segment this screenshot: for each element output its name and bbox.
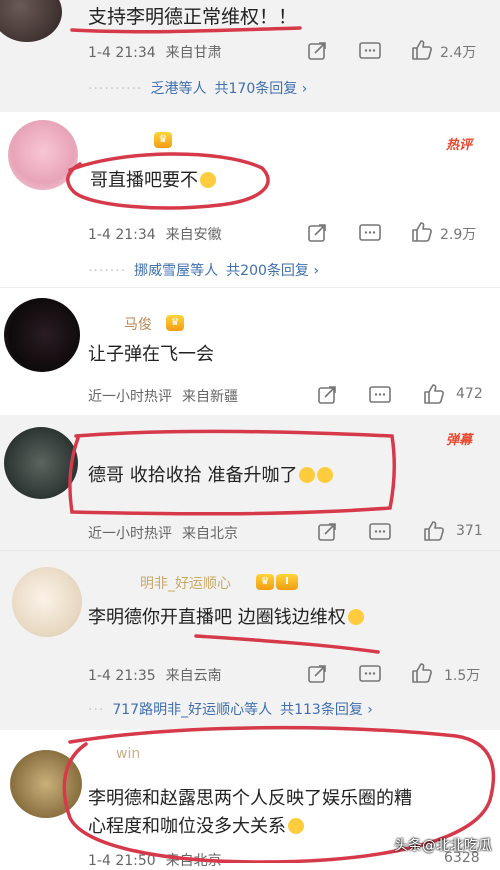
avatar[interactable]: [10, 750, 82, 818]
reply-summary[interactable]: ·········· 乏港等人 共170条回复 ›: [88, 78, 307, 98]
avatar[interactable]: [12, 567, 82, 637]
like-icon[interactable]: [422, 519, 446, 543]
comment-location: 来自云南: [165, 668, 222, 684]
share-icon[interactable]: [316, 521, 338, 543]
comment-text-content: 德哥 收拾收拾 准备升咖了: [88, 465, 298, 486]
level-badge: ♛: [256, 574, 274, 590]
avatar[interactable]: [0, 0, 62, 42]
share-icon[interactable]: [316, 384, 338, 406]
level-badge: ♛: [154, 132, 172, 148]
emoji-icon: [317, 467, 334, 483]
comment-icon[interactable]: [358, 663, 382, 685]
comment-location: 来自北京: [165, 853, 222, 869]
divider-dots: ··········: [88, 81, 143, 97]
rank-badge: I: [276, 574, 298, 590]
comment-time: 近一小时热评: [88, 526, 172, 542]
chevron-right-icon: ›: [297, 81, 308, 97]
comment-meta: 1-4 21:34 来自安徽: [88, 224, 222, 244]
emoji-icon: [288, 818, 304, 834]
comment-meta: 1-4 21:34 来自甘肃: [88, 42, 222, 62]
reply-count: 共170条回复: [214, 81, 298, 97]
emoji-icon: [347, 609, 364, 625]
comment-time: 1-4 21:50: [88, 853, 156, 869]
like-count: 2.4万: [440, 45, 477, 61]
comment-icon[interactable]: [358, 40, 382, 62]
like-count: 472: [456, 386, 483, 402]
avatar[interactable]: [8, 120, 78, 190]
reply-users: 717路明非_好运顺心等人: [112, 702, 273, 718]
emoji-icon: [299, 467, 316, 483]
username[interactable]: win: [116, 746, 140, 762]
comment-time: 近一小时热评: [88, 389, 172, 405]
like-icon[interactable]: [410, 220, 434, 244]
chevron-right-icon: ›: [308, 263, 319, 279]
comment-location: 来自甘肃: [165, 45, 222, 61]
like-count: 1.5万: [444, 668, 481, 684]
avatar[interactable]: [4, 427, 78, 499]
comment-item-1: 支持李明德正常维权！！ 1-4 21:34 来自甘肃 2.4万 ·········…: [0, 0, 500, 112]
share-icon[interactable]: [306, 222, 328, 244]
reply-users: 挪威雪屋等人: [134, 263, 219, 279]
comment-item-3: 马俊 ♛ 让子弹在飞一会 近一小时热评 来自新疆 472: [0, 287, 500, 416]
username[interactable]: 马俊: [124, 314, 152, 334]
emoji-icon: [200, 172, 216, 188]
reply-summary[interactable]: ··· 717路明非_好运顺心等人 共113条回复 ›: [88, 699, 373, 719]
like-icon[interactable]: [422, 382, 446, 406]
comment-location: 来自安徽: [165, 227, 222, 243]
comment-text: 德哥 收拾收拾 准备升咖了: [88, 459, 334, 493]
divider-dots: ···: [88, 702, 105, 718]
comment-text-content: 哥直播吧要不: [90, 170, 198, 191]
comment-text-content: 李明德你开直播吧 边圈钱边维权: [88, 607, 346, 628]
comment-text-line-2: 心程度和咖位没多大关系: [88, 810, 304, 844]
like-count: 2.9万: [440, 227, 477, 243]
like-icon[interactable]: [410, 661, 434, 685]
divider-dots: ·······: [88, 263, 127, 279]
comment-location: 来自新疆: [182, 389, 238, 405]
share-icon[interactable]: [306, 40, 328, 62]
comment-time: 1-4 21:34: [88, 45, 156, 61]
comment-time: 1-4 21:34: [88, 227, 156, 243]
comment-text-content: 心程度和咖位没多大关系: [88, 816, 286, 837]
reply-summary[interactable]: ······· 挪威雪屋等人 共200条回复 ›: [88, 260, 319, 280]
chevron-right-icon: ›: [362, 702, 373, 718]
watermark: 头条@北北吃瓜: [394, 838, 492, 854]
username[interactable]: 明非_好运顺心: [140, 573, 231, 593]
avatar[interactable]: [4, 298, 80, 372]
comment-item-4: 弹幕 德哥 收拾收拾 准备升咖了 近一小时热评 来自北京 371: [0, 415, 500, 550]
comment-icon[interactable]: [368, 384, 392, 406]
like-icon[interactable]: [410, 38, 434, 62]
comment-meta: 近一小时热评 来自新疆: [88, 386, 238, 406]
comment-icon[interactable]: [368, 521, 392, 543]
comment-meta: 1-4 21:35 来自云南: [88, 665, 222, 685]
comment-meta: 1-4 21:50 来自北京: [88, 850, 222, 870]
comment-text: 李明德你开直播吧 边圈钱边维权: [88, 601, 364, 635]
comment-text: 让子弹在飞一会: [88, 344, 214, 365]
share-icon[interactable]: [306, 663, 328, 685]
reply-count: 共113条回复: [280, 702, 363, 718]
hot-comment-tag: 热评: [446, 138, 473, 153]
comment-text: 哥直播吧要不: [90, 164, 216, 198]
comment-item-5: 明非_好运顺心 ♛ I 李明德你开直播吧 边圈钱边维权 1-4 21:35 来自云…: [0, 550, 500, 731]
comment-location: 来自北京: [182, 526, 238, 542]
reply-users: 乏港等人: [150, 81, 207, 97]
comment-time: 1-4 21:35: [88, 668, 156, 684]
bullet-comment-tag: 弹幕: [446, 433, 473, 448]
reply-count: 共200条回复: [226, 263, 309, 279]
comment-text: 支持李明德正常维权！！: [88, 6, 298, 28]
level-badge: ♛: [166, 315, 184, 331]
comment-meta: 近一小时热评 来自北京: [88, 523, 238, 543]
like-count: 371: [456, 523, 483, 539]
comment-item-2: ♛ 热评 哥直播吧要不 1-4 21:34 来自安徽 2.9万 ······· 挪威…: [0, 112, 500, 287]
comment-icon[interactable]: [358, 222, 382, 244]
